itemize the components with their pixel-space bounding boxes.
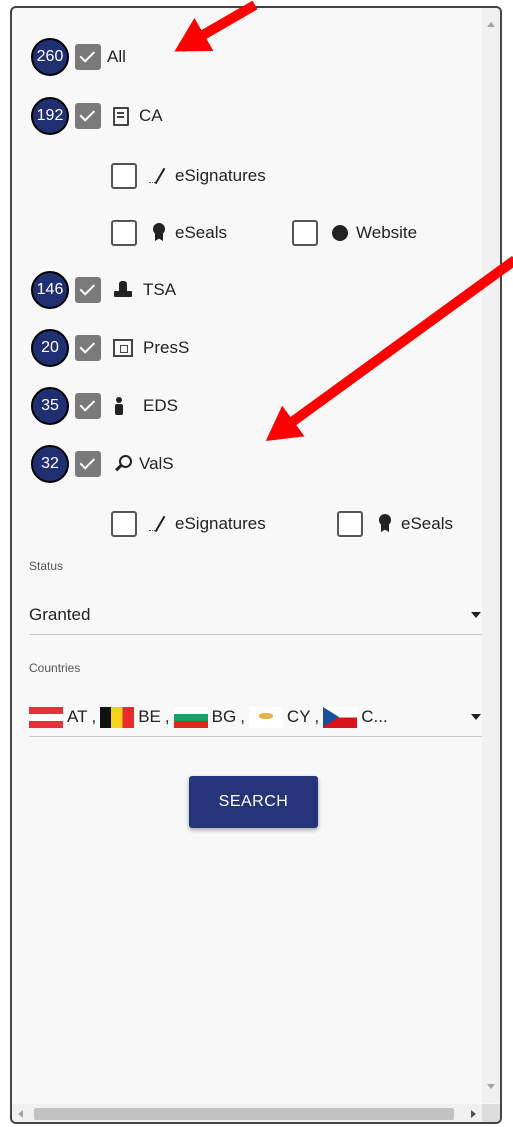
- countries-label: Countries: [29, 661, 81, 675]
- count-badge-tsa: 146: [31, 271, 69, 309]
- country-code: C...: [361, 707, 388, 726]
- magnifier-icon: [113, 454, 133, 474]
- label-vals: ValS: [139, 454, 174, 473]
- country-sep: ,: [314, 707, 320, 726]
- filter-row-vals-eseals: eSeals: [337, 511, 453, 537]
- checkbox-vals-eseals[interactable]: [337, 511, 363, 537]
- label-all: All: [107, 47, 126, 66]
- status-label: Status: [29, 559, 64, 573]
- country-code: CY: [286, 707, 311, 726]
- chevron-down-icon: [471, 612, 481, 618]
- flag-cy-icon: [248, 706, 283, 728]
- filter-row-ca-website: Website: [292, 220, 417, 246]
- scroll-right-arrow-icon[interactable]: [471, 1110, 476, 1118]
- count-badge-ca: 192: [31, 97, 69, 135]
- scroll-up-arrow-icon[interactable]: [487, 22, 495, 27]
- label-tsa: TSA: [143, 280, 177, 299]
- checkbox-tsa[interactable]: [75, 277, 101, 303]
- flag-at-icon: [29, 706, 63, 728]
- checkbox-vals-esignatures[interactable]: [111, 511, 137, 537]
- scrollbar-corner: [482, 1104, 500, 1122]
- checkbox-ca[interactable]: [75, 103, 101, 129]
- stamp-icon: [113, 280, 133, 300]
- filter-row-vals: 32 ValS: [31, 445, 174, 483]
- label-vals-esignatures: eSignatures: [175, 514, 266, 533]
- label-vals-eseals: eSeals: [401, 514, 453, 533]
- country-sep: ,: [91, 707, 97, 726]
- label-ca-website: Website: [356, 223, 418, 242]
- status-value: Granted: [29, 605, 91, 624]
- seal-icon: [149, 223, 169, 243]
- chevron-down-icon: [471, 714, 481, 720]
- scroll-left-arrow-icon[interactable]: [18, 1110, 23, 1118]
- person-icon: [113, 396, 133, 416]
- checkbox-ca-eseals[interactable]: [111, 220, 137, 246]
- filter-panel: 260 All 192 CA eSignatures eSeals Websit…: [10, 6, 502, 1124]
- count-badge-eds: 35: [31, 387, 69, 425]
- count-badge-all: 260: [31, 38, 69, 76]
- flag-cz-icon: [323, 706, 358, 728]
- filter-row-tsa: 146 TSA: [31, 271, 176, 309]
- count-badge-press: 20: [31, 329, 69, 367]
- country-sep: ,: [164, 707, 170, 726]
- signature-icon: [149, 166, 169, 186]
- horizontal-scrollbar[interactable]: [12, 1104, 482, 1122]
- presentation-icon: [113, 339, 133, 357]
- seal-icon: [375, 514, 395, 534]
- label-ca: CA: [139, 106, 163, 125]
- checkbox-ca-esignatures[interactable]: [111, 163, 137, 189]
- filter-row-all: 260 All: [31, 38, 126, 76]
- globe-icon: [330, 223, 350, 243]
- label-eds: EDS: [143, 396, 178, 415]
- country-code: AT: [67, 707, 88, 726]
- country-code: BG: [211, 707, 237, 726]
- filter-row-ca: 192 CA: [31, 97, 163, 135]
- flag-bg-icon: [173, 706, 208, 728]
- search-button[interactable]: SEARCH: [189, 776, 318, 828]
- checkbox-eds[interactable]: [75, 393, 101, 419]
- filter-row-eds: 35 EDS: [31, 387, 178, 425]
- status-select[interactable]: Granted: [29, 596, 493, 635]
- country-sep: ,: [240, 707, 245, 726]
- label-press: PresS: [143, 338, 190, 357]
- signature-icon: [149, 514, 169, 534]
- countries-value: AT, BE, BG, CY, C...: [29, 706, 471, 728]
- checkbox-ca-website[interactable]: [292, 220, 318, 246]
- filter-row-vals-esignatures: eSignatures: [111, 511, 266, 537]
- checkbox-all[interactable]: [75, 44, 101, 70]
- filter-row-press: 20 PresS: [31, 329, 189, 367]
- horizontal-scroll-thumb[interactable]: [34, 1108, 454, 1120]
- checkbox-vals[interactable]: [75, 451, 101, 477]
- scroll-down-arrow-icon[interactable]: [487, 1084, 495, 1089]
- filter-row-ca-eseals: eSeals: [111, 220, 227, 246]
- filter-row-ca-esignatures: eSignatures: [111, 163, 266, 189]
- checkbox-press[interactable]: [75, 335, 101, 361]
- doc-icon: [113, 106, 129, 126]
- vertical-scrollbar[interactable]: [482, 8, 500, 1103]
- count-badge-vals: 32: [31, 445, 69, 483]
- label-ca-eseals: eSeals: [175, 223, 227, 242]
- countries-select[interactable]: AT, BE, BG, CY, C...: [29, 698, 493, 737]
- label-ca-esignatures: eSignatures: [175, 166, 266, 185]
- country-code: BE: [138, 707, 161, 726]
- flag-be-icon: [100, 706, 135, 728]
